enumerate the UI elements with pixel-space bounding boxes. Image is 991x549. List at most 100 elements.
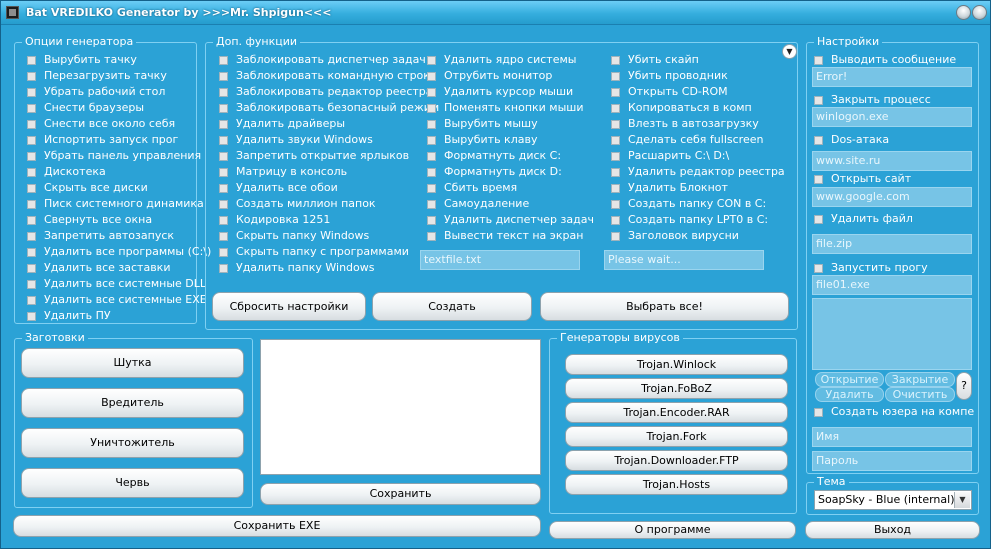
checkbox-box[interactable] xyxy=(27,120,36,129)
checkbox-box[interactable] xyxy=(427,120,436,129)
extra-col1-11-label: Скрыть папку Windows xyxy=(236,229,370,242)
checkbox-box[interactable] xyxy=(219,232,228,241)
checkbox-box[interactable] xyxy=(27,168,36,177)
preset-button-3[interactable]: Червь xyxy=(21,468,244,498)
save-button[interactable]: Сохранить xyxy=(260,483,541,505)
checkbox-box[interactable] xyxy=(27,248,36,257)
checkbox-box[interactable] xyxy=(27,184,36,193)
checkbox-box[interactable] xyxy=(27,232,36,241)
create-button[interactable]: Создать xyxy=(372,292,532,321)
checkbox-box[interactable] xyxy=(27,216,36,225)
checkbox-box[interactable] xyxy=(427,184,436,193)
run-prog-field[interactable]: file01.exe xyxy=(812,275,972,295)
checkbox-box[interactable] xyxy=(27,88,36,97)
minimize-button[interactable] xyxy=(956,5,971,20)
checkbox-box[interactable] xyxy=(27,136,36,145)
generator-button-0[interactable]: Trojan.Winlock xyxy=(565,354,788,375)
extra-col3-5-label: Сделать себя fullscreen xyxy=(628,133,764,146)
generator-button-3[interactable]: Trojan.Fork xyxy=(565,426,788,447)
delete-button[interactable]: Удалить xyxy=(815,387,884,402)
checkbox-box[interactable] xyxy=(427,216,436,225)
password-field[interactable]: Пароль xyxy=(812,451,972,471)
checkbox-box[interactable] xyxy=(219,216,228,225)
virus-title-field[interactable]: Please wait... xyxy=(604,250,764,270)
checkbox-box[interactable] xyxy=(219,184,228,193)
save-exe-button[interactable]: Сохранить EXE xyxy=(13,515,541,537)
reset-settings-button[interactable]: Сбросить настройки xyxy=(212,292,366,321)
close-proc-button[interactable]: Закрытие xyxy=(885,372,955,387)
checkbox-box[interactable] xyxy=(27,312,36,321)
preset-button-0[interactable]: Шутка xyxy=(21,348,244,378)
checkbox-box[interactable] xyxy=(427,72,436,81)
checkbox-box[interactable] xyxy=(611,104,620,113)
checkbox-box[interactable] xyxy=(427,104,436,113)
exit-button[interactable]: Выход xyxy=(805,521,980,539)
generator-button-1[interactable]: Trojan.FoBoZ xyxy=(565,378,788,399)
checkbox-box[interactable] xyxy=(219,72,228,81)
checkbox-box[interactable] xyxy=(219,56,228,65)
checkbox-box[interactable] xyxy=(611,168,620,177)
select-all-button[interactable]: Выбрать все! xyxy=(540,292,789,321)
checkbox-box[interactable] xyxy=(219,152,228,161)
checkbox-box[interactable] xyxy=(219,88,228,97)
checkbox-box[interactable] xyxy=(219,200,228,209)
about-button[interactable]: О программе xyxy=(549,521,796,539)
checkbox-box[interactable] xyxy=(27,72,36,81)
checkbox-box[interactable] xyxy=(27,152,36,161)
checkbox-box[interactable] xyxy=(611,232,620,241)
checkbox-box[interactable] xyxy=(27,296,36,305)
checkbox-box[interactable] xyxy=(611,184,620,193)
checkbox-box[interactable] xyxy=(27,280,36,289)
extra-col1-13-label: Удалить папку Windows xyxy=(236,261,375,274)
checkbox-box[interactable] xyxy=(611,200,620,209)
username-field[interactable]: Имя xyxy=(812,427,972,447)
checkbox-box[interactable] xyxy=(427,200,436,209)
checkbox-box[interactable] xyxy=(611,136,620,145)
checkbox-box[interactable] xyxy=(611,120,620,129)
generator-button-4[interactable]: Trojan.Downloader.FTP xyxy=(565,450,788,471)
checkbox-box[interactable] xyxy=(427,56,436,65)
delete-file-field[interactable]: file.zip xyxy=(812,234,972,254)
preset-button-2[interactable]: Уничтожитель xyxy=(21,428,244,458)
checkbox-box[interactable] xyxy=(27,104,36,113)
checkbox-box[interactable] xyxy=(219,168,228,177)
open-button[interactable]: Открытие xyxy=(815,372,884,387)
process-list-area[interactable] xyxy=(812,298,972,370)
checkbox-box[interactable] xyxy=(611,216,620,225)
checkbox-box[interactable] xyxy=(27,264,36,273)
checkbox-box[interactable] xyxy=(427,136,436,145)
preset-button-1[interactable]: Вредитель xyxy=(21,388,244,418)
checkbox-box[interactable] xyxy=(219,136,228,145)
checkbox-box[interactable] xyxy=(427,232,436,241)
checkbox-box[interactable] xyxy=(611,88,620,97)
checkbox-box[interactable] xyxy=(219,248,228,257)
checkbox-box[interactable] xyxy=(611,152,620,161)
checkbox-box[interactable] xyxy=(219,104,228,113)
title-bar[interactable]: Bat VREDILKO Generator by >>>Mr. Shpigun… xyxy=(1,1,990,25)
generator-button-5[interactable]: Trojan.Hosts xyxy=(565,474,788,495)
process-field[interactable]: winlogon.exe xyxy=(812,107,972,127)
checkbox-box[interactable] xyxy=(427,168,436,177)
chevron-down-icon[interactable]: ▼ xyxy=(782,44,797,59)
dos-site-field[interactable]: www.site.ru xyxy=(812,151,972,171)
text-file-field[interactable]: textfile.txt xyxy=(420,250,580,270)
theme-select[interactable]: SoapSky - Blue (internal) ▼ xyxy=(814,490,972,510)
checkbox-box[interactable] xyxy=(27,56,36,65)
generator-button-2[interactable]: Trojan.Encoder.RAR xyxy=(565,402,788,423)
extra-col1-4-label: Удалить драйверы xyxy=(236,117,346,130)
checkbox-box[interactable] xyxy=(219,120,228,129)
preview-textarea[interactable] xyxy=(260,339,541,475)
app-icon xyxy=(6,6,19,19)
open-site-field[interactable]: www.google.com xyxy=(812,187,972,207)
close-button[interactable] xyxy=(972,5,987,20)
checkbox-box[interactable] xyxy=(427,152,436,161)
help-button[interactable]: ? xyxy=(956,372,972,400)
clear-button[interactable]: Очистить xyxy=(885,387,955,402)
checkbox-box[interactable] xyxy=(427,88,436,97)
dropdown-arrow-icon[interactable]: ▼ xyxy=(954,492,970,508)
checkbox-box[interactable] xyxy=(27,200,36,209)
checkbox-box[interactable] xyxy=(219,264,228,273)
checkbox-box[interactable] xyxy=(611,72,620,81)
message-field[interactable]: Error! xyxy=(812,67,972,87)
checkbox-box[interactable] xyxy=(611,56,620,65)
